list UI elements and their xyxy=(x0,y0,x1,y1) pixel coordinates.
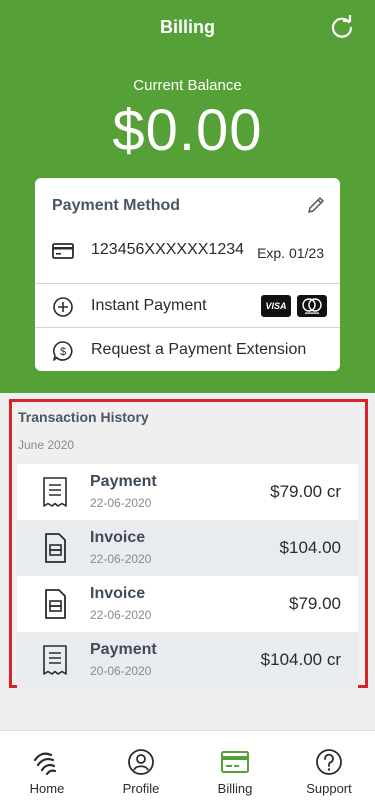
nav-support[interactable]: Support xyxy=(282,731,375,812)
transaction-list: Payment 22-06-2020 $79.00 cr Invoice 22-… xyxy=(17,464,358,688)
card-number: 123456XXXXXX1234 xyxy=(91,241,245,258)
credit-card-icon xyxy=(52,243,74,259)
svg-text:$: $ xyxy=(60,346,66,358)
nav-home[interactable]: Home xyxy=(0,731,94,812)
transaction-amount: $79.00 cr xyxy=(270,482,341,501)
instant-payment-label: Instant Payment xyxy=(91,297,207,314)
transaction-amount: $104.00 cr xyxy=(260,650,341,669)
nav-profile[interactable]: Profile xyxy=(94,731,188,812)
dollar-chat-icon: $ xyxy=(52,341,73,361)
transaction-row[interactable]: Invoice 22-06-2020 $79.00 xyxy=(17,576,358,632)
edit-icon[interactable] xyxy=(306,195,326,215)
transaction-date: 22-06-2020 xyxy=(90,552,152,566)
transaction-type: Invoice xyxy=(90,529,146,546)
transaction-month: June 2020 xyxy=(18,438,75,452)
invoice-icon xyxy=(45,533,66,563)
transaction-amount: $79.00 xyxy=(289,594,341,613)
plus-circle-icon xyxy=(53,297,73,317)
saved-card-row[interactable]: 123456XXXXXX1234 Exp. 01/23 xyxy=(35,228,340,274)
support-icon xyxy=(316,749,342,775)
refresh-icon[interactable] xyxy=(329,15,355,41)
page-title: Billing xyxy=(160,17,215,37)
transaction-type: Payment xyxy=(90,641,157,658)
transaction-date: 20-06-2020 xyxy=(90,664,152,678)
payment-method-card: Payment Method 123456XXXXXX1234 Exp. 01/… xyxy=(35,178,340,371)
receipt-icon xyxy=(43,645,67,675)
transaction-date: 22-06-2020 xyxy=(90,496,152,510)
bottom-nav: Home Profile Billing Support xyxy=(0,730,375,812)
profile-icon xyxy=(128,749,154,775)
billing-icon xyxy=(221,751,249,773)
receipt-icon xyxy=(43,477,67,507)
transaction-history-title: Transaction History xyxy=(18,409,149,425)
balance-label: Current Balance xyxy=(133,77,242,94)
payment-method-title: Payment Method xyxy=(52,197,181,214)
card-expiry: Exp. 01/23 xyxy=(257,245,324,261)
transaction-row[interactable]: Payment 20-06-2020 $104.00 cr xyxy=(17,632,358,688)
nav-label: Home xyxy=(29,781,65,796)
transaction-row[interactable]: Invoice 22-06-2020 $104.00 xyxy=(17,520,358,576)
mastercard-icon xyxy=(297,295,327,317)
transaction-row[interactable]: Payment 22-06-2020 $79.00 cr xyxy=(17,464,358,520)
invoice-icon xyxy=(45,589,66,619)
accepted-cards: VISA xyxy=(261,295,327,317)
transaction-type: Payment xyxy=(90,473,157,490)
nav-label: Support xyxy=(306,781,352,796)
payment-extension-row[interactable]: $ Request a Payment Extension xyxy=(35,328,340,374)
nav-label: Billing xyxy=(217,781,253,796)
balance-value: $0.00 xyxy=(112,98,263,163)
transaction-type: Invoice xyxy=(90,585,146,602)
transaction-date: 22-06-2020 xyxy=(90,608,152,622)
home-icon xyxy=(33,752,57,776)
nav-billing[interactable]: Billing xyxy=(188,731,282,812)
payment-extension-label: Request a Payment Extension xyxy=(91,341,307,358)
transaction-amount: $104.00 xyxy=(279,538,341,557)
nav-label: Profile xyxy=(122,781,160,796)
visa-logo: VISA xyxy=(261,295,291,317)
instant-payment-row[interactable]: Instant Payment VISA xyxy=(35,284,340,330)
